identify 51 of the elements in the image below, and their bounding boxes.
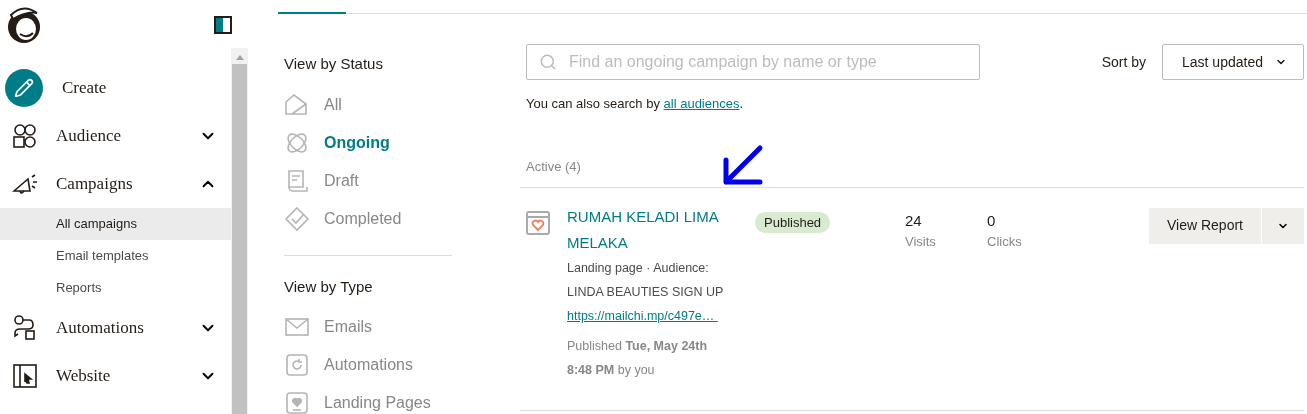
published-info: Published Tue, May 24th 8:48 PM by you	[567, 337, 709, 379]
heart-page-icon	[526, 210, 550, 235]
sort-label: Sort by	[1101, 52, 1146, 72]
filter-item[interactable]: Completed	[284, 199, 520, 238]
stat-value: 0	[987, 210, 997, 231]
filter-item[interactable]: Landing Pages	[284, 384, 452, 414]
search-field[interactable]: Find an ongoing campaign by name or type	[526, 44, 980, 80]
filter-item[interactable]: Draft	[284, 161, 520, 200]
group-title: Active (4)	[526, 158, 581, 174]
refresh-icon	[284, 352, 310, 378]
scroll-up-icon[interactable]	[235, 54, 244, 60]
filter-item[interactable]: Emails	[284, 308, 452, 346]
workflow-icon	[12, 315, 38, 341]
stat-value: 24	[905, 210, 923, 231]
stat-label: Visits	[905, 233, 937, 251]
scrollbar-thumb[interactable]	[232, 64, 247, 414]
nav-item[interactable]: Automations	[0, 304, 231, 352]
pencil-icon	[5, 69, 43, 107]
check-icon	[284, 205, 310, 232]
create-button[interactable]: Create	[0, 64, 231, 112]
people-icon	[12, 123, 38, 149]
more-actions-button[interactable]	[1262, 207, 1304, 244]
campaign-audience: LINDA BEAUTIES SIGN UP	[567, 283, 725, 301]
monkey-logo[interactable]	[5, 5, 43, 45]
folder-icon	[284, 91, 310, 118]
sort-dropdown[interactable]: Last updated	[1162, 44, 1304, 80]
filter-item[interactable]: Automations	[284, 346, 452, 384]
campaign-meta: Landing page · Audience:	[567, 259, 710, 277]
sub-nav-item[interactable]: Reports	[0, 272, 231, 304]
search-hint: You can also search by all audiences.	[525, 95, 745, 113]
sub-nav-item[interactable]: Email templates	[0, 240, 231, 272]
browser-icon	[12, 363, 38, 389]
status-badge: Published	[755, 211, 831, 233]
sidebar-toggle-icon[interactable]	[214, 16, 232, 34]
stat-label: Clicks	[987, 233, 1023, 251]
search-icon	[539, 53, 557, 71]
search-input[interactable]: Find an ongoing campaign by name or type	[569, 50, 967, 74]
filter-heading: View by Status	[284, 54, 384, 74]
sub-nav-item[interactable]: All campaigns	[0, 208, 231, 240]
filter-item[interactable]: All	[284, 85, 520, 124]
campaign-title[interactable]: RUMAH KELADI LIMA MELAKA	[567, 203, 733, 256]
megaphone-icon	[12, 171, 38, 197]
view-report-button[interactable]: View Report	[1149, 207, 1261, 244]
filter-item[interactable]: Ongoing	[284, 123, 520, 162]
campaign-url[interactable]: https://mailchi.mp/c497e…	[567, 303, 718, 328]
filter-heading: View by Type	[284, 276, 374, 297]
heart-page-icon	[284, 390, 310, 414]
nav-item[interactable]: Campaigns	[0, 160, 231, 208]
scrollbar[interactable]	[231, 48, 248, 414]
nav-item[interactable]: Audience	[0, 112, 231, 160]
nav-item[interactable]: Website	[0, 352, 231, 400]
